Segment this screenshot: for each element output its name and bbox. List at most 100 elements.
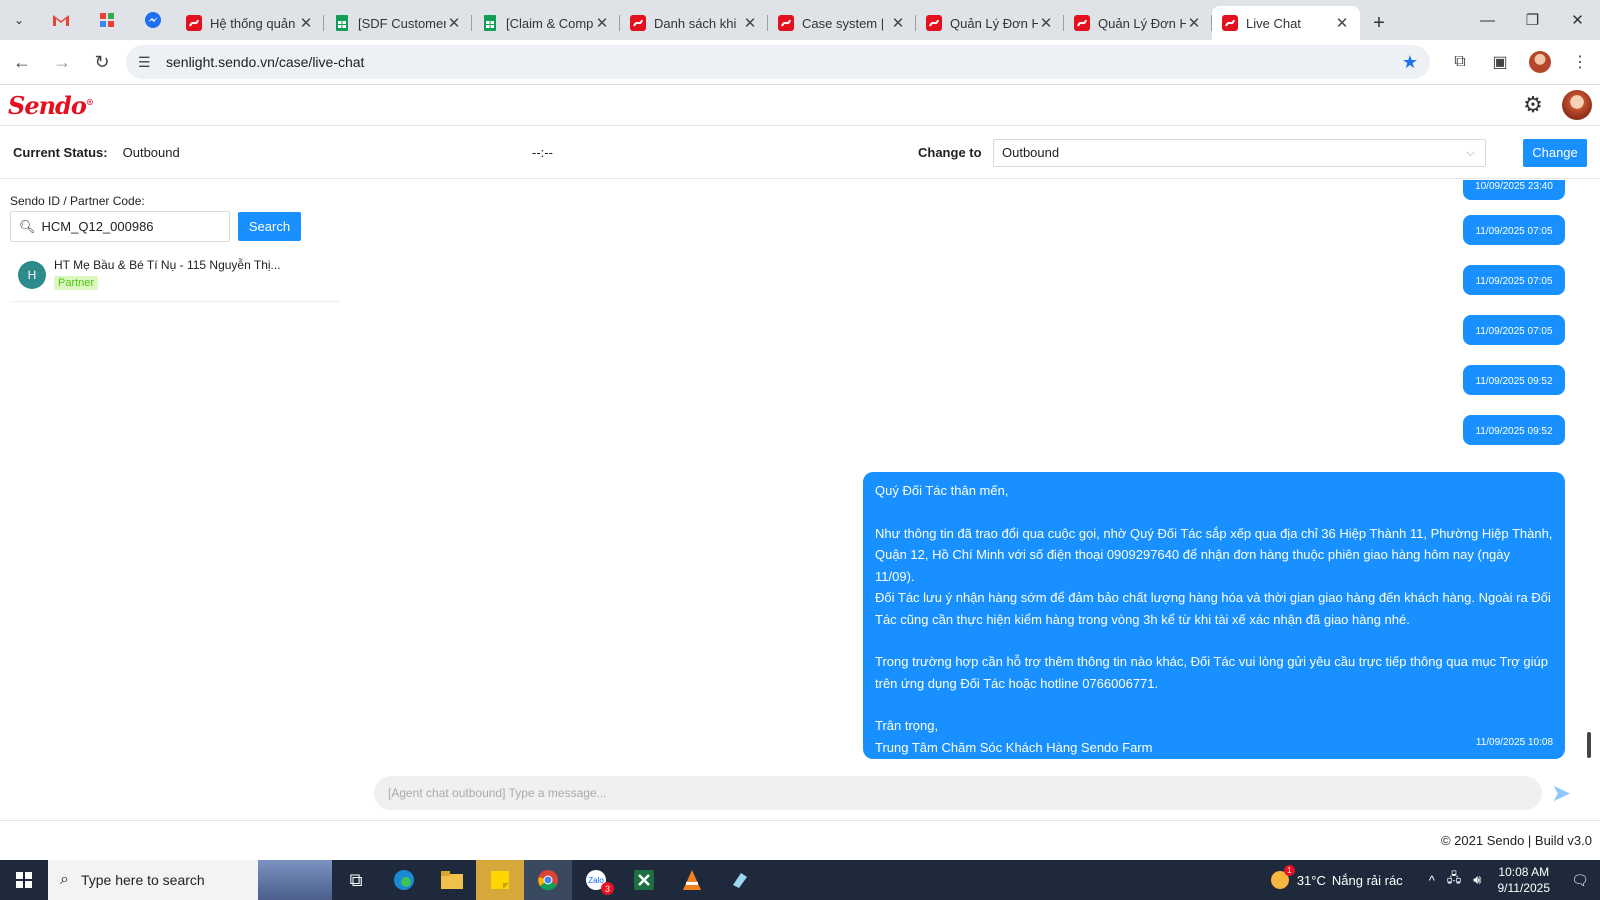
sendo-icon (1222, 15, 1238, 31)
sendo-icon (186, 15, 202, 31)
edge-icon[interactable] (380, 860, 428, 900)
logo-text: Sendo (8, 91, 87, 120)
sheets-icon (484, 15, 496, 31)
search-highlight-image (258, 860, 332, 900)
site-info-icon[interactable]: ☰ (138, 54, 158, 71)
taskbar-clock[interactable]: 10:08 AM 9/11/2025 (1498, 864, 1551, 896)
back-icon[interactable]: ← (4, 44, 40, 80)
status-select-value: Outbound (1002, 145, 1060, 160)
close-tab-icon[interactable]: ✕ (298, 14, 314, 32)
excel-icon[interactable] (620, 860, 668, 900)
browser-tab[interactable]: Quản Lý Đơn H ✕ (916, 6, 1064, 40)
chrome-icon[interactable] (524, 860, 572, 900)
close-tab-icon[interactable]: ✕ (446, 14, 462, 32)
tab-title: Danh sách khi (654, 15, 737, 31)
pinned-tab-app[interactable] (84, 3, 130, 37)
sendo-logo[interactable]: Sendo® (8, 91, 94, 120)
reload-icon[interactable]: ↻ (84, 44, 120, 80)
extensions-icon[interactable]: ⧉ (1440, 44, 1480, 80)
browser-tab-active[interactable]: Live Chat ✕ (1212, 6, 1360, 40)
close-tab-icon[interactable]: ✕ (742, 14, 758, 32)
chat-message-input[interactable]: [Agent chat outbound] Type a message... (374, 776, 1542, 810)
notification-icon[interactable]: 🗨︎ (1560, 860, 1600, 900)
tab-title: Hệ thống quản (210, 15, 296, 31)
weather-text: Nắng rải rác (1331, 872, 1403, 888)
volume-icon[interactable]: 🔊︎ (1473, 872, 1481, 888)
restore-icon[interactable]: ❐ (1510, 0, 1555, 40)
status-select[interactable]: Outbound ⌵ (993, 138, 1486, 167)
search-value[interactable]: HCM_Q12_000986 (42, 219, 154, 234)
contact-list-item[interactable]: H HT Mẹ Bầu & Bé Tí Nụ - 115 Nguyễn Thị.… (10, 256, 340, 302)
weather-widget[interactable]: 1 31°C Nắng rải rác (1270, 865, 1403, 889)
bookmark-star-icon[interactable]: ★ (1402, 52, 1418, 73)
search-button[interactable]: Search (238, 212, 301, 241)
change-to-label: Change to (918, 145, 982, 160)
message-line: trên ứng dụng Đối Tác hoặc hotline 07660… (875, 675, 1159, 691)
taskbar-search-placeholder: Type here to search (80, 872, 205, 888)
message-timestamp: 11/09/2025 10:08 (1475, 736, 1553, 748)
menu-icon[interactable]: ⋮ (1560, 44, 1600, 80)
pinned-tab-gmail[interactable] (38, 3, 84, 37)
zalo-icon[interactable]: Zalo 3 (572, 860, 620, 900)
minimize-icon[interactable]: — (1465, 0, 1510, 40)
browser-tab[interactable]: [Claim & Comp ✕ (472, 6, 620, 40)
profile-icon[interactable] (1520, 44, 1560, 80)
network-icon[interactable]: 🖧︎ (1447, 869, 1462, 891)
side-panel-icon[interactable]: ▣ (1480, 44, 1520, 80)
url-text[interactable]: senlight.sendo.vn/case/live-chat (166, 54, 1402, 70)
user-avatar[interactable] (1562, 90, 1592, 120)
search-icon: ⌕ (60, 871, 69, 888)
forward-icon[interactable]: → (44, 44, 80, 80)
sticky-notes-icon[interactable] (476, 860, 524, 900)
pinned-tab-messenger[interactable] (130, 3, 176, 37)
change-button[interactable]: Change (1523, 138, 1587, 167)
chat-bubble: 11/09/2025 09:52 (1463, 415, 1565, 445)
browser-tab[interactable]: [SDF Customer ✕ (324, 6, 472, 40)
chevron-up-icon[interactable]: ^ (1429, 873, 1435, 888)
close-tab-icon[interactable]: ✕ (1186, 14, 1202, 32)
message-line: Như thông tin đã trao đổi qua cuộc gọi, … (875, 525, 1553, 541)
clock-date: 9/11/2025 (1497, 881, 1551, 895)
close-tab-icon[interactable]: ✕ (890, 14, 906, 32)
browser-tab[interactable]: Hệ thống quản ✕ (176, 6, 324, 40)
task-view-icon[interactable]: ⧉ (332, 860, 380, 900)
tab-search-icon[interactable]: ⌄ (0, 0, 38, 40)
browser-tab[interactable]: Danh sách khi ✕ (620, 6, 768, 40)
contact-name: HT Mẹ Bầu & Bé Tí Nụ - 115 Nguyễn Thị... (54, 258, 281, 272)
message-closing: Trân trọng, (875, 718, 939, 733)
partner-search-input[interactable]: 🔍︎ HCM_Q12_000986 (10, 211, 230, 242)
settings-gear-icon[interactable]: ⚙ (1518, 90, 1548, 120)
browser-tab[interactable]: Case system | ✕ (768, 6, 916, 40)
message-greeting: Quý Đối Tác thân mến, (875, 483, 1009, 498)
app-icon[interactable] (716, 860, 764, 900)
browser-tab[interactable]: Quản Lý Đơn H ✕ (1064, 6, 1212, 40)
contact-avatar: H (18, 261, 46, 289)
sheets-icon (336, 15, 348, 31)
search-icon: 🔍︎ (19, 218, 36, 234)
chat-bubble: 11/09/2025 07:05 (1463, 315, 1565, 345)
chat-scrollbar[interactable] (1587, 732, 1591, 758)
browser-toolbar: ⧉ ▣ ⋮ (1440, 44, 1600, 80)
windows-start-icon[interactable] (0, 860, 48, 900)
taskbar-search[interactable]: ⌕ Type here to search (48, 860, 332, 900)
chevron-down-icon: ⌵ (1465, 145, 1475, 159)
chat-input-placeholder: [Agent chat outbound] Type a message... (388, 786, 607, 800)
chat-bubble: 11/09/2025 07:05 (1463, 265, 1565, 295)
close-tab-icon[interactable]: ✕ (1038, 14, 1054, 32)
close-tab-icon[interactable]: ✕ (1334, 14, 1350, 32)
status-bar: Current Status: Outbound --:-- Change to… (0, 127, 1600, 179)
url-bar[interactable]: ☰ senlight.sendo.vn/case/live-chat ★ (126, 45, 1430, 79)
tab-title: Case system | (802, 15, 885, 31)
tab-title: Quản Lý Đơn H (1098, 15, 1186, 31)
close-window-icon[interactable]: ✕ (1555, 0, 1600, 40)
new-tab-button[interactable]: + (1360, 6, 1398, 40)
message-line: Trong trường hợp cần hỗ trợ thêm thông t… (875, 654, 1549, 669)
tab-title: [SDF Customer (358, 15, 446, 31)
weather-temp: 31°C (1296, 872, 1326, 888)
send-icon[interactable]: ➤ (1546, 778, 1576, 808)
close-tab-icon[interactable]: ✕ (594, 14, 610, 32)
vlc-icon[interactable] (668, 860, 716, 900)
app-header: Sendo® ⚙ (0, 86, 1600, 126)
partner-search-panel: Sendo ID / Partner Code: 🔍︎ HCM_Q12_0009… (0, 180, 350, 820)
file-explorer-icon[interactable] (428, 860, 476, 900)
